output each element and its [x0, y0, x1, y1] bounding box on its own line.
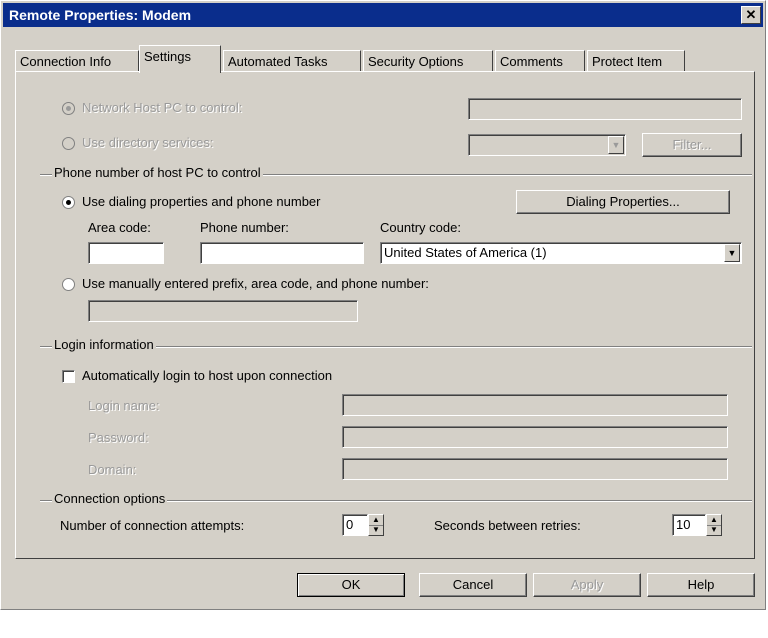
manual-number-field[interactable]: [88, 300, 358, 322]
spin-down-icon[interactable]: ▼: [707, 525, 721, 535]
password-label: Password:: [88, 430, 149, 445]
connection-group-title: Connection options: [52, 491, 168, 506]
phone-number-label: Phone number:: [200, 220, 289, 235]
tab-automated-tasks[interactable]: Automated Tasks: [223, 50, 361, 71]
domain-label: Domain:: [88, 462, 137, 477]
directory-services-select[interactable]: ▼: [468, 134, 626, 156]
spin-down-icon[interactable]: ▼: [369, 525, 383, 535]
window-title: Remote Properties: Modem: [9, 7, 192, 23]
tab-connection-info[interactable]: Connection Info: [15, 50, 139, 71]
ok-button[interactable]: OK: [297, 573, 405, 597]
tab-protect-item[interactable]: Protect Item: [587, 50, 685, 71]
settings-panel: Network Host PC to control: Use director…: [15, 71, 755, 559]
country-code-select[interactable]: United States of America (1) ▼: [380, 242, 742, 264]
remote-properties-dialog: Remote Properties: Modem ✕ Connection In…: [0, 0, 766, 610]
close-icon[interactable]: ✕: [741, 6, 761, 24]
retries-spinner[interactable]: ▲ ▼: [706, 514, 722, 536]
network-host-radio[interactable]: [62, 102, 75, 115]
attempts-label: Number of connection attempts:: [60, 518, 245, 533]
use-dialing-label: Use dialing properties and phone number: [82, 194, 321, 209]
area-code-field[interactable]: [88, 242, 164, 264]
directory-services-label: Use directory services:: [82, 135, 214, 150]
country-code-label: Country code:: [380, 220, 461, 235]
title-bar[interactable]: Remote Properties: Modem ✕: [3, 3, 763, 27]
manual-number-label: Use manually entered prefix, area code, …: [82, 276, 429, 291]
attempts-spinner[interactable]: ▲ ▼: [368, 514, 384, 536]
chevron-down-icon[interactable]: ▼: [608, 136, 624, 154]
auto-login-label: Automatically login to host upon connect…: [82, 368, 333, 383]
network-host-label: Network Host PC to control:: [82, 100, 243, 115]
network-host-field[interactable]: [468, 98, 742, 120]
login-name-field[interactable]: [342, 394, 728, 416]
password-field[interactable]: [342, 426, 728, 448]
phone-group-title: Phone number of host PC to control: [52, 165, 263, 180]
attempts-field[interactable]: 0: [342, 514, 368, 536]
domain-field[interactable]: [342, 458, 728, 480]
manual-number-radio[interactable]: [62, 278, 75, 291]
apply-button[interactable]: Apply: [533, 573, 641, 597]
phone-number-field[interactable]: [200, 242, 364, 264]
tab-comments[interactable]: Comments: [495, 50, 585, 71]
area-code-label: Area code:: [88, 220, 151, 235]
login-name-label: Login name:: [88, 398, 160, 413]
cancel-button[interactable]: Cancel: [419, 573, 527, 597]
help-button[interactable]: Help: [647, 573, 755, 597]
retries-field[interactable]: 10: [672, 514, 706, 536]
retries-label: Seconds between retries:: [434, 518, 581, 533]
country-code-value: United States of America (1): [384, 245, 547, 260]
tab-settings[interactable]: Settings: [139, 45, 221, 73]
chevron-down-icon[interactable]: ▼: [724, 244, 740, 262]
auto-login-checkbox[interactable]: [62, 370, 75, 383]
directory-services-radio[interactable]: [62, 137, 75, 150]
use-dialing-radio[interactable]: [62, 196, 75, 209]
login-group-title: Login information: [52, 337, 156, 352]
filter-button[interactable]: Filter...: [642, 133, 742, 157]
dialing-properties-button[interactable]: Dialing Properties...: [516, 190, 730, 214]
tab-security-options[interactable]: Security Options: [363, 50, 493, 71]
